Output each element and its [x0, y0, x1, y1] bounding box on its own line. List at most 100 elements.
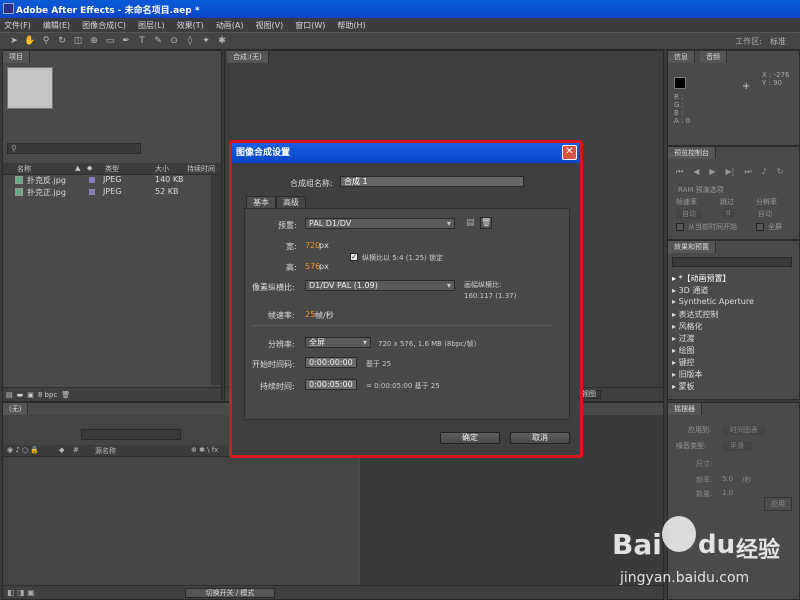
effects-category[interactable]: ▸ 旧版本	[672, 369, 703, 380]
resolution-select[interactable]: 自动	[758, 209, 772, 219]
col-name[interactable]: 名称	[17, 164, 31, 174]
menu-window[interactable]: 窗口(W)	[295, 20, 325, 31]
resolution-select[interactable]: 全屏	[305, 337, 371, 348]
loop-icon[interactable]: ↻	[777, 167, 784, 177]
tab-effects-presets[interactable]: 效果和预置	[668, 241, 716, 253]
height-value[interactable]: 576	[305, 262, 320, 271]
project-search-input[interactable]: ⚲	[7, 143, 141, 154]
effects-category[interactable]: ▸ 绘图	[672, 345, 695, 356]
start-timecode-input[interactable]: 0:00:00:00	[305, 357, 357, 368]
comp-name-input[interactable]: 合成 1	[340, 176, 524, 187]
number-icon[interactable]: #	[73, 446, 79, 454]
effects-search-input[interactable]	[672, 257, 792, 267]
interpret-footage-icon[interactable]: ▤	[6, 391, 13, 399]
next-frame-icon[interactable]: ▶|	[726, 167, 735, 177]
ok-button[interactable]: 确定	[440, 432, 500, 444]
selection-tool-icon[interactable]: ➤	[8, 35, 20, 47]
lock-aspect-checkbox[interactable]: ✓	[350, 253, 358, 261]
workspace-value[interactable]: 标准	[770, 36, 786, 47]
magnitude-value[interactable]: 1.0	[722, 489, 733, 497]
timeline-footer-icons[interactable]: ◧ ◨ ▣	[7, 588, 35, 597]
menu-composition[interactable]: 图像合成(C)	[82, 20, 126, 31]
tab-wiggler[interactable]: 摇摆器	[668, 403, 702, 415]
roto-brush-tool-icon[interactable]: ✦	[200, 35, 212, 47]
frame-rate-value[interactable]: 25	[305, 310, 315, 319]
camera-tool-icon[interactable]: ◫	[72, 35, 84, 47]
col-type[interactable]: 类型	[105, 164, 119, 174]
noise-type-select[interactable]: 平滑	[722, 441, 752, 451]
ram-preview-options[interactable]: RAM 预演选项	[678, 185, 724, 195]
list-item[interactable]: 扑克正.jpg JPEG 52 KB	[3, 187, 221, 198]
menu-view[interactable]: 视图(V)	[256, 20, 284, 31]
col-size[interactable]: 大小	[155, 164, 169, 174]
last-frame-icon[interactable]: ⏭	[744, 167, 751, 177]
puppet-tool-icon[interactable]: ✱	[216, 35, 228, 47]
tab-preview[interactable]: 预览控制台	[668, 147, 716, 159]
menu-edit[interactable]: 编辑(E)	[43, 20, 70, 31]
duration-input[interactable]: 0:00:05:00	[305, 379, 357, 390]
apply-to-select[interactable]: 时间图表	[722, 425, 766, 435]
full-screen-checkbox[interactable]	[756, 223, 764, 231]
width-value[interactable]: 720	[305, 241, 320, 250]
toggle-switches-modes-button[interactable]: 切换开关 / 模式	[185, 588, 275, 598]
pixel-aspect-select[interactable]: D1/DV PAL (1.09)	[305, 280, 455, 291]
frequency-value[interactable]: 5.0	[722, 475, 733, 483]
trash-icon[interactable]: 🗑	[61, 391, 70, 399]
menu-help[interactable]: 帮助(H)	[337, 20, 365, 31]
tab-basic[interactable]: 基本	[246, 196, 276, 208]
menu-layer[interactable]: 图层(L)	[138, 20, 165, 31]
timeline-search-input[interactable]	[81, 429, 181, 440]
audio-icon[interactable]: ♪	[762, 167, 767, 177]
clone-tool-icon[interactable]: ⊙	[168, 35, 180, 47]
tab-audio[interactable]: 音频	[700, 51, 727, 63]
brush-tool-icon[interactable]: ✎	[152, 35, 164, 47]
effects-category[interactable]: ▸ 过渡	[672, 333, 695, 344]
rotate-tool-icon[interactable]: ↻	[56, 35, 68, 47]
first-frame-icon[interactable]: ⏮	[676, 167, 683, 177]
menu-animation[interactable]: 动画(A)	[216, 20, 244, 31]
new-comp-icon[interactable]: ▣	[27, 391, 34, 399]
tab-timeline[interactable]: (无)	[3, 403, 29, 415]
cancel-button[interactable]: 取消	[510, 432, 570, 444]
effects-category[interactable]: ▸ 3D 通道	[672, 285, 708, 296]
tab-composition[interactable]: 合成:(无)	[227, 51, 269, 63]
effects-category[interactable]: ▸ *【动画预置】	[672, 273, 731, 284]
effects-category[interactable]: ▸ 键控	[672, 357, 695, 368]
effects-category[interactable]: ▸ 蒙板	[672, 381, 695, 392]
from-current-checkbox[interactable]	[676, 223, 684, 231]
save-preset-icon[interactable]: ▤	[466, 218, 475, 228]
source-name-column[interactable]: 源名称	[95, 446, 116, 456]
av-switches-icon[interactable]: ◉ ♪ ○ 🔒	[7, 446, 39, 454]
col-duration[interactable]: 持续时间	[187, 164, 215, 174]
preset-select[interactable]: PAL D1/DV	[305, 218, 455, 229]
mask-tool-icon[interactable]: ▭	[104, 35, 116, 47]
pen-tool-icon[interactable]: ✒	[120, 35, 132, 47]
play-icon[interactable]: ▶	[709, 167, 715, 177]
effects-category[interactable]: ▸ 风格化	[672, 321, 703, 332]
prev-frame-icon[interactable]: ◀	[693, 167, 699, 177]
apply-button[interactable]: 应用	[764, 497, 792, 511]
tab-advanced[interactable]: 高级	[276, 196, 306, 208]
eraser-tool-icon[interactable]: ◊	[184, 35, 196, 47]
tab-project[interactable]: 项目	[3, 51, 30, 63]
hand-tool-icon[interactable]: ✋	[24, 35, 36, 47]
fps-select[interactable]: 自动	[676, 209, 702, 219]
close-icon[interactable]: ✕	[562, 145, 577, 160]
layer-switches-icon[interactable]: ⊕ ✱ \ fx	[191, 446, 218, 454]
menu-effect[interactable]: 效果(T)	[177, 20, 204, 31]
sort-icon[interactable]: ▲	[75, 164, 80, 172]
project-scrollbar[interactable]	[211, 175, 221, 385]
effects-category[interactable]: ▸ Synthetic Aperture	[672, 297, 754, 306]
new-folder-icon[interactable]: ▬	[17, 391, 24, 399]
bpc-label[interactable]: 8 bpc	[38, 391, 57, 399]
zoom-tool-icon[interactable]: ⚲	[40, 35, 52, 47]
effects-category[interactable]: ▸ 表达式控制	[672, 309, 719, 320]
label-col-icon[interactable]: ◆	[87, 164, 92, 172]
tab-info[interactable]: 信息	[668, 51, 695, 63]
label-icon[interactable]: ◆	[59, 446, 64, 454]
menu-file[interactable]: 文件(F)	[4, 20, 31, 31]
skip-select[interactable]: 0	[722, 209, 735, 217]
delete-preset-icon[interactable]: 🗑	[480, 217, 492, 229]
pan-behind-tool-icon[interactable]: ⊕	[88, 35, 100, 47]
list-item[interactable]: 扑克反.jpg JPEG 140 KB	[3, 175, 221, 186]
